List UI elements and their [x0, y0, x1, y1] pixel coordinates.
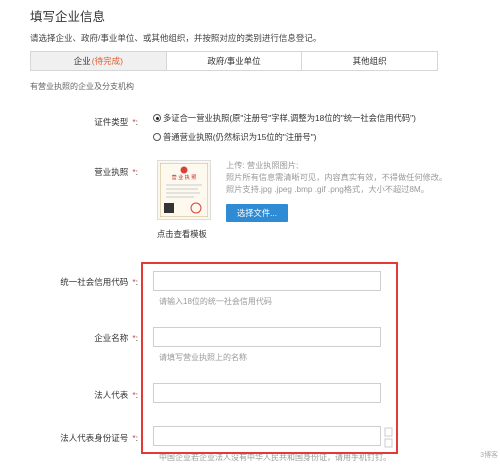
page-title: 填写企业信息 [30, 10, 106, 24]
license-sample-image[interactable]: 营 业 执 照 [157, 160, 211, 220]
label-text: 法人代表 [94, 390, 129, 400]
choose-file-button[interactable]: 选择文件... [226, 204, 288, 222]
label-text: 营业执照 [94, 167, 129, 177]
company-name-input[interactable] [153, 327, 381, 347]
tab-government[interactable]: 政府/事业单位 [166, 52, 303, 70]
credit-code-label: 统一社会信用代码 *: [20, 276, 138, 288]
tab-label: 企业 [73, 56, 91, 66]
corner-watermark-text: 3博客 [480, 452, 498, 459]
tab-status-badge: (待完成) [91, 56, 123, 66]
credit-code-input[interactable] [153, 271, 381, 291]
emblem-icon [180, 166, 188, 174]
legal-rep-label: 法人代表 *: [20, 389, 138, 401]
label-colon: : [135, 117, 138, 127]
company-name-label: 企业名称 *: [20, 332, 138, 344]
qr-code-icon [164, 203, 174, 213]
upload-hint-line: 上传: 营业执照图片; [226, 161, 299, 170]
label-colon: : [135, 433, 138, 443]
company-name-hint: 请填写营业执照上的名称 [159, 353, 247, 362]
cert-type-option-multi[interactable]: 多证合一营业执照(原"注册号"字样,调整为18位的"统一社会信用代码") [153, 112, 416, 124]
label-text: 统一社会信用代码 [60, 277, 129, 287]
license-sample-title: 营 业 执 照 [172, 174, 197, 181]
watermark-icon [384, 427, 393, 448]
option-label: 多证合一营业执照(原"注册号"字样,调整为18位的"统一社会信用代码") [163, 113, 416, 123]
page-subtitle: 请选择企业、政府/事业单位、或其他组织，并按照对应的类别进行信息登记。 [30, 33, 322, 43]
tab-label: 政府/事业单位 [207, 56, 261, 66]
legal-rep-input[interactable] [153, 383, 381, 403]
option-label: 普通营业执照(仍然标识为15位的"注册号") [163, 132, 317, 142]
license-sample-graphic: 营 业 执 照 [160, 163, 208, 217]
radio-checked-icon[interactable] [153, 114, 161, 122]
license-label: 营业执照 *: [60, 166, 138, 178]
cert-type-label: 证件类型 *: [60, 116, 138, 128]
org-type-tabs: 企业 (待完成) 政府/事业单位 其他组织 [30, 51, 438, 71]
tab-enterprise[interactable]: 企业 (待完成) [31, 52, 167, 70]
label-text: 证件类型 [94, 117, 129, 127]
label-colon: : [135, 333, 138, 343]
tab-other-org[interactable]: 其他组织 [302, 52, 438, 70]
section-note: 有营业执照的企业及分支机构 [30, 82, 134, 91]
label-colon: : [135, 277, 138, 287]
label-colon: : [135, 167, 138, 177]
upload-hint-line: 照片所有信息需清晰可见，内容真实有效，不得做任何修改。 [226, 173, 448, 182]
label-text: 法人代表身份证号 [60, 433, 129, 443]
upload-hint-line: 照片支持.jpg .jpeg .bmp .gif .png格式，大小不超过8M。 [226, 185, 429, 194]
credit-code-hint: 请输入18位的统一社会信用代码 [159, 297, 272, 306]
label-text: 企业名称 [94, 333, 129, 343]
legal-rep-id-input[interactable] [153, 426, 381, 446]
view-template-link[interactable]: 点击查看模板 [157, 228, 207, 240]
legal-rep-id-label: 法人代表身份证号 *: [20, 432, 138, 444]
upload-hint: 上传: 营业执照图片; 照片所有信息需清晰可见，内容真实有效，不得做任何修改。 … [226, 160, 447, 196]
label-colon: : [135, 390, 138, 400]
cert-type-option-normal[interactable]: 普通营业执照(仍然标识为15位的"注册号") [153, 131, 316, 143]
tab-label: 其他组织 [352, 56, 387, 66]
legal-rep-id-hint: 中国企业若企业法人没有中华人民共和国身份证，请用手机钉钉。 [159, 453, 391, 462]
radio-unchecked-icon[interactable] [153, 133, 161, 141]
